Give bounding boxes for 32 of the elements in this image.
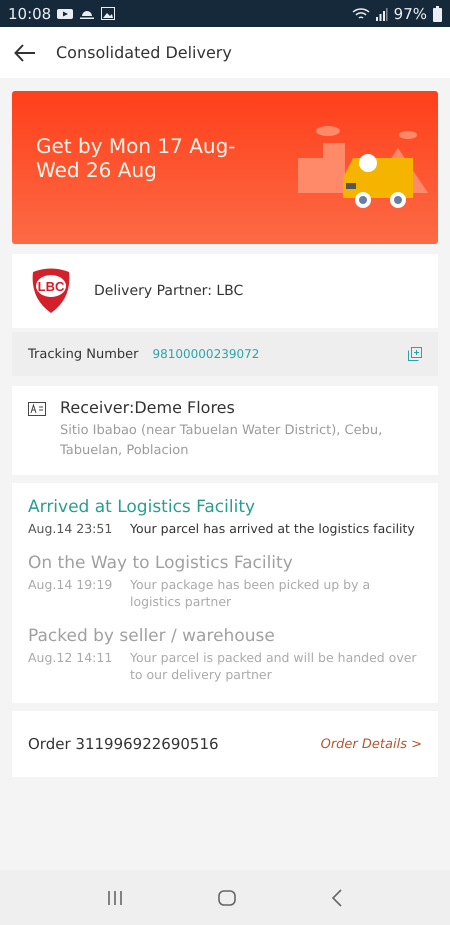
delivery-partner-label: Delivery Partner: LBC <box>94 283 244 299</box>
partner-logo: LBC <box>30 268 72 314</box>
event-title: On the Way to Logistics Facility <box>28 553 294 573</box>
event-time: Aug.14 19:19 <box>28 576 114 594</box>
order-number: Order 311996922690516 <box>28 735 219 753</box>
signal-icon <box>376 6 388 20</box>
recent-apps-icon[interactable] <box>107 890 124 906</box>
battery-percent: 97% <box>394 4 427 22</box>
event-title: Packed by seller / warehouse <box>28 626 276 646</box>
back-icon[interactable] <box>330 888 343 906</box>
event-description: Your package has been picked up by a logistics partner <box>130 576 372 610</box>
back-arrow-icon[interactable] <box>14 44 36 62</box>
receiver-name: Receiver:Deme Flores <box>60 398 236 417</box>
tracking-label: Tracking Number <box>28 346 138 362</box>
home-icon[interactable] <box>218 888 236 906</box>
status-time: 10:08 <box>8 4 52 22</box>
video-icon <box>57 8 74 20</box>
event-title: Arrived at Logistics Facility <box>28 497 256 517</box>
delivery-estimate: Get by Mon 17 Aug-Wed 26 Aug <box>36 134 236 182</box>
image-icon <box>101 7 116 20</box>
wifi-icon <box>352 6 370 20</box>
order-details-link[interactable]: Order Details > <box>320 736 422 752</box>
event-time: Aug.14 23:51 <box>28 520 114 537</box>
event-description: Your parcel has arrived at the logistics facility <box>130 520 415 537</box>
receiver-address: Sitio Ibabao (near Tabuelan Water District), Cebu, Tabuelan, Poblacion <box>60 422 384 460</box>
copy-icon[interactable] <box>408 347 422 361</box>
page-title: Consolidated Delivery <box>56 43 232 62</box>
event-time: Aug.12 14:11 <box>28 649 114 667</box>
tracking-number: 98100000239072 <box>152 347 260 361</box>
battery-icon <box>433 6 442 22</box>
id-card-icon <box>28 402 46 416</box>
event-description: Your parcel is packed and will be handed over to our delivery partner <box>130 649 418 683</box>
